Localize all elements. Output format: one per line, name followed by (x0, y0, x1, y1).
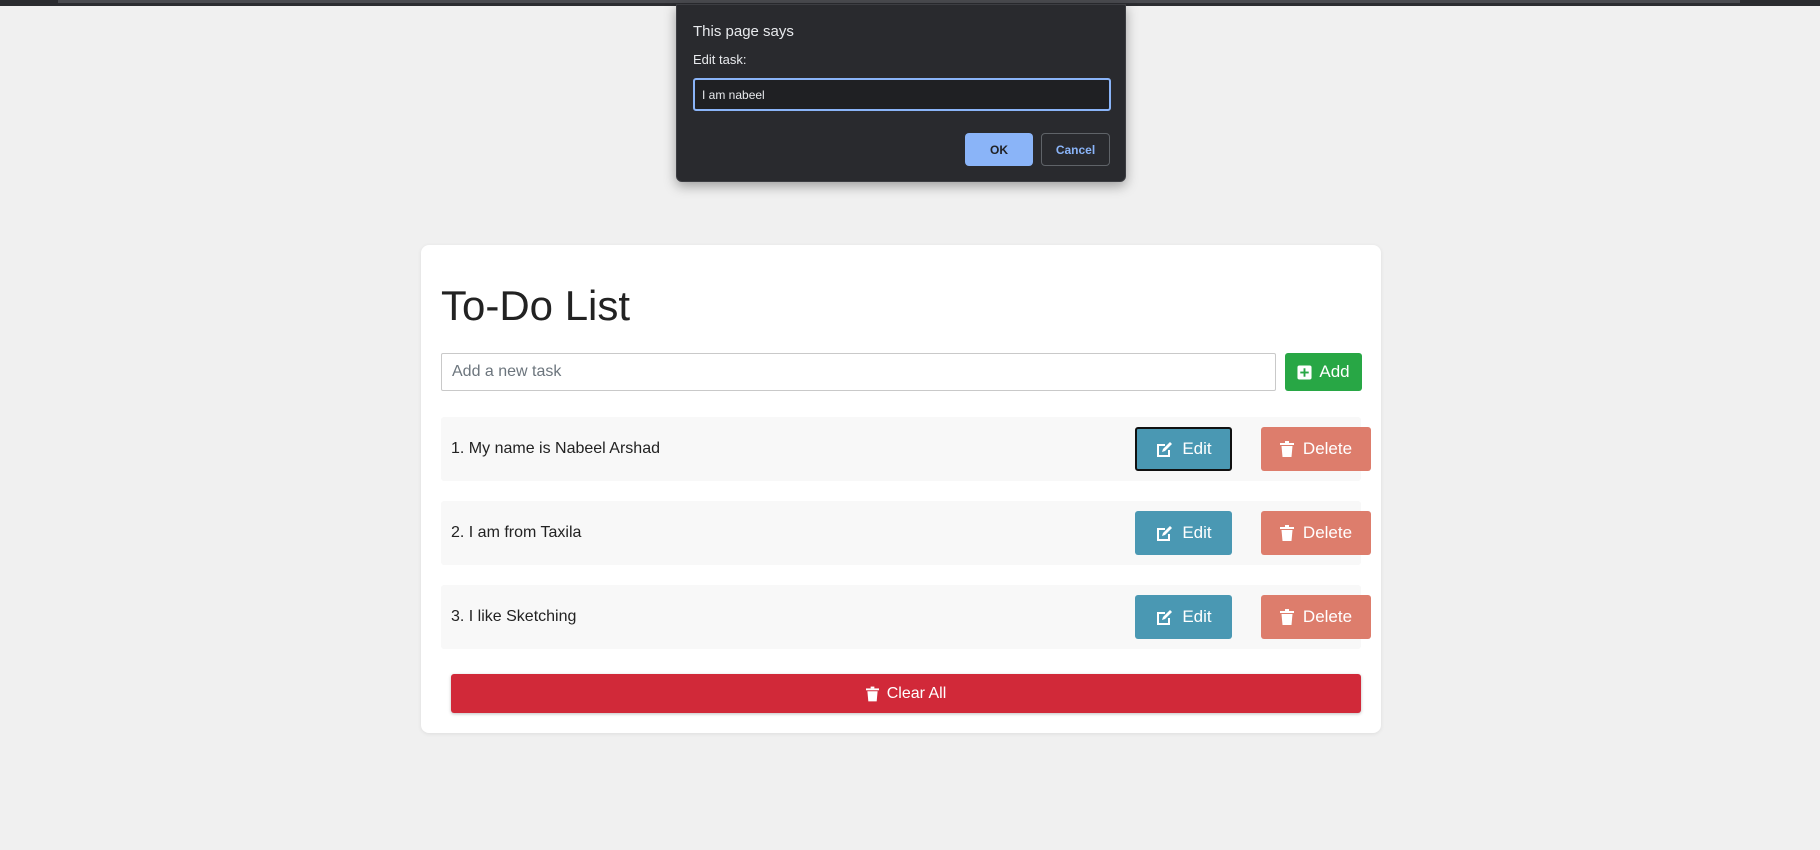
dialog-title: This page says (693, 23, 794, 40)
todo-card: To-Do List Add 1. My name is Nabeel Arsh… (421, 245, 1381, 733)
edit-icon (1155, 609, 1173, 626)
trash-icon (1279, 525, 1294, 541)
clear-all-label: Clear All (886, 684, 947, 702)
edit-button-label: Edit (1182, 523, 1212, 542)
delete-task-button[interactable]: Delete (1261, 595, 1371, 639)
clear-all-button[interactable]: Clear All (451, 674, 1361, 713)
delete-button-label: Delete (1302, 523, 1353, 542)
new-task-input[interactable] (441, 353, 1276, 391)
task-text: 3. I like Sketching (451, 608, 577, 625)
edit-task-button[interactable]: Edit (1135, 511, 1232, 555)
delete-button-label: Delete (1302, 607, 1353, 626)
add-button-label: Add (1319, 362, 1350, 381)
edit-task-button[interactable]: Edit (1135, 427, 1232, 471)
trash-icon (865, 686, 879, 702)
task-text: 1. My name is Nabeel Arshad (451, 440, 660, 457)
dialog-input[interactable] (693, 78, 1111, 111)
delete-button-label: Delete (1302, 439, 1353, 458)
plus-square-icon (1297, 364, 1312, 380)
edit-task-button[interactable]: Edit (1135, 595, 1232, 639)
dialog-cancel-button[interactable]: Cancel (1041, 133, 1110, 166)
trash-icon (1279, 609, 1294, 625)
edit-button-label: Edit (1182, 439, 1212, 458)
edit-icon (1155, 441, 1173, 458)
task-item: 2. I am from Taxila Edit Delete (441, 501, 1371, 565)
dialog-ok-button[interactable]: OK (965, 133, 1033, 166)
add-task-button[interactable]: Add (1285, 353, 1362, 391)
trash-icon (1279, 441, 1294, 457)
delete-task-button[interactable]: Delete (1261, 511, 1371, 555)
page-title: To-Do List (441, 282, 631, 329)
dialog-message: Edit task: (693, 52, 747, 67)
task-item: 1. My name is Nabeel Arshad Edit Delete (441, 417, 1371, 481)
prompt-dialog: This page says Edit task: OK Cancel (676, 4, 1126, 182)
task-text: 2. I am from Taxila (451, 524, 582, 541)
task-item: 3. I like Sketching Edit Delete (441, 585, 1371, 649)
edit-icon (1155, 525, 1173, 542)
edit-button-label: Edit (1182, 607, 1212, 626)
browser-top-strip (58, 0, 1740, 3)
delete-task-button[interactable]: Delete (1261, 427, 1371, 471)
